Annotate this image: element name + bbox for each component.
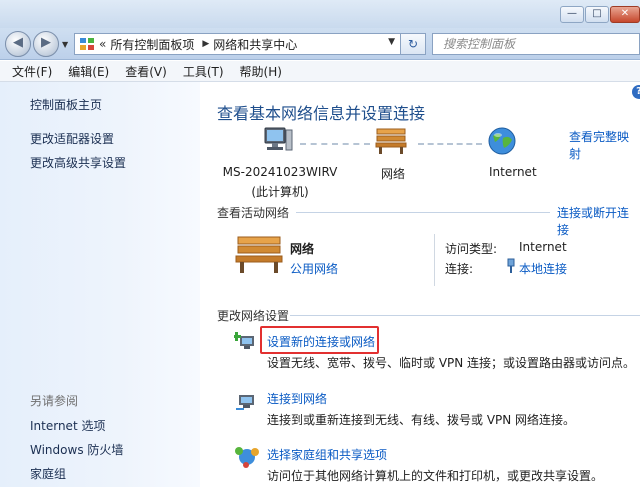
address-dropdown-icon[interactable]: ▼: [388, 37, 395, 47]
public-network-bench-icon[interactable]: [234, 234, 284, 276]
sidebar-item-internet-options[interactable]: Internet 选项: [30, 417, 105, 434]
connect-to-network-icon: [236, 395, 254, 410]
menu-help[interactable]: 帮助(H): [232, 63, 290, 80]
window-controls: — □ ✕: [559, 6, 640, 23]
section-divider: [290, 315, 640, 316]
active-networks-header: 查看活动网络: [217, 206, 290, 220]
sidebar-item-change-adapter-settings[interactable]: 更改适配器设置: [30, 130, 114, 147]
address-bar[interactable]: « 所有控制面板项 ▶ 网络和共享中心 ▼: [74, 33, 426, 55]
homegroup-sharing-icon: [235, 447, 259, 468]
navigation-bar: ◀ ▶ ▼ « 所有控制面板项 ▶ 网络和共享中心 ▼ ↻ 搜索控制面板: [0, 28, 640, 60]
connect-disconnect-link[interactable]: 连接或断开连接: [557, 204, 640, 238]
breadcrumb-separator-icon[interactable]: ▶: [202, 39, 209, 49]
close-button[interactable]: ✕: [610, 6, 640, 23]
setup-new-connection-desc: 设置无线、宽带、拨号、临时或 VPN 连接；或设置路由器或访问点。: [267, 356, 636, 370]
new-connection-icon: [234, 332, 254, 349]
back-button[interactable]: ◀: [5, 31, 31, 57]
setup-new-connection-link[interactable]: 设置新的连接或网络: [267, 333, 375, 350]
breadcrumb-all-control-panel-items[interactable]: 所有控制面板项: [110, 36, 194, 53]
local-connection-link[interactable]: 本地连接: [519, 260, 567, 277]
change-settings-header: 更改网络设置: [217, 309, 290, 323]
access-type-value: Internet: [519, 240, 567, 254]
computer-subtitle: (此计算机): [251, 185, 309, 199]
menu-edit[interactable]: 编辑(E): [60, 63, 117, 80]
breadcrumb-network-sharing-center[interactable]: 网络和共享中心: [213, 36, 297, 53]
minimize-button[interactable]: —: [560, 6, 584, 23]
help-icon[interactable]: ?: [632, 85, 640, 99]
homegroup-sharing-desc: 访问位于其他网络计算机上的文件和打印机，或更改共享设置。: [267, 469, 604, 483]
internet-globe-icon[interactable]: [487, 126, 517, 156]
map-link-line: [300, 143, 370, 145]
computer-name: MS-20241023WIRV: [222, 165, 338, 179]
section-divider: [296, 212, 550, 213]
history-dropdown-icon[interactable]: ▼: [62, 40, 68, 49]
refresh-icon: ↻: [407, 37, 419, 51]
sidebar-item-control-panel-home[interactable]: 控制面板主页: [30, 96, 102, 113]
main-content: ? 查看基本网络信息并设置连接 查看完整映射 MS-20241023WIRV (…: [200, 82, 640, 487]
connect-to-network-link[interactable]: 连接到网络: [267, 390, 327, 407]
sidebar: 控制面板主页 更改适配器设置 更改高级共享设置 另请参阅 Internet 选项…: [0, 82, 200, 487]
see-also-heading: 另请参阅: [30, 394, 79, 408]
refresh-button[interactable]: ↻: [400, 33, 426, 55]
access-type-label: 访问类型:: [445, 242, 498, 256]
network-label: 网络: [381, 167, 406, 181]
internet-label: Internet: [489, 165, 537, 179]
search-input[interactable]: 搜索控制面板: [432, 33, 640, 55]
maximize-button[interactable]: □: [585, 6, 609, 23]
map-link-line: [418, 143, 482, 145]
menu-bar: 文件(F) 编辑(E) 查看(V) 工具(T) 帮助(H): [0, 61, 640, 82]
sidebar-item-windows-firewall[interactable]: Windows 防火墙: [30, 441, 123, 458]
connect-to-network-desc: 连接到或重新连接到无线、有线、拨号或 VPN 网络连接。: [267, 413, 576, 427]
menu-view[interactable]: 查看(V): [117, 63, 175, 80]
view-full-map-link[interactable]: 查看完整映射: [569, 128, 640, 162]
computer-icon[interactable]: [261, 124, 295, 158]
title-bar: — □ ✕: [0, 0, 640, 28]
sidebar-item-change-advanced-sharing[interactable]: 更改高级共享设置: [30, 154, 126, 171]
ethernet-plug-icon: [507, 258, 515, 273]
active-network-name: 网络: [290, 242, 315, 256]
menu-tools[interactable]: 工具(T): [175, 63, 232, 80]
page-title: 查看基本网络信息并设置连接: [217, 104, 426, 123]
forward-button[interactable]: ▶: [33, 31, 59, 57]
homegroup-sharing-link[interactable]: 选择家庭组和共享选项: [267, 446, 387, 463]
connection-label: 连接:: [445, 262, 474, 276]
network-bench-icon[interactable]: [374, 126, 408, 156]
network-type-link[interactable]: 公用网络: [290, 260, 338, 277]
breadcrumb-overflow-icon[interactable]: «: [99, 37, 106, 51]
sidebar-item-homegroup[interactable]: 家庭组: [30, 465, 66, 482]
control-panel-icon: [80, 38, 94, 50]
menu-file[interactable]: 文件(F): [4, 63, 60, 80]
vertical-divider: [434, 234, 435, 286]
